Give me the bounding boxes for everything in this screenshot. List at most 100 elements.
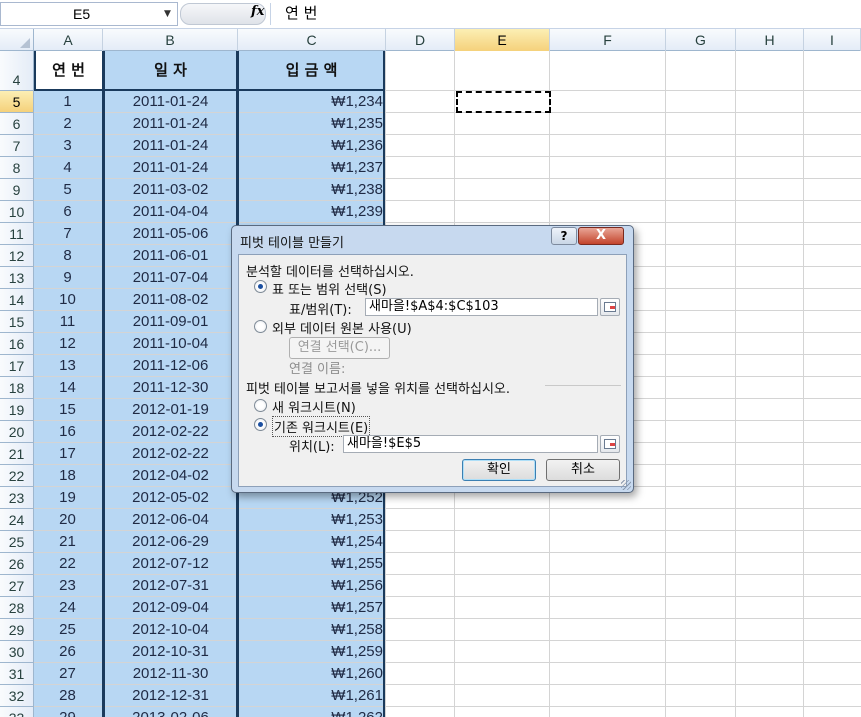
table-header[interactable]: 입 금 액: [238, 51, 385, 91]
row-header-15[interactable]: 15: [0, 311, 34, 333]
row-header-5[interactable]: 5: [0, 91, 34, 113]
table-cell[interactable]: 2011-08-02: [103, 289, 238, 311]
table-cell[interactable]: 2012-10-04: [103, 619, 238, 641]
table-cell[interactable]: ₩1,238: [239, 179, 383, 201]
table-cell[interactable]: 2011-04-04: [103, 201, 238, 223]
cancel-button[interactable]: 취소: [546, 459, 620, 481]
column-header-c[interactable]: C: [238, 29, 386, 51]
row-header-9[interactable]: 9: [0, 179, 34, 201]
table-cell[interactable]: 9: [34, 267, 101, 289]
table-cell[interactable]: ₩1,260: [239, 663, 383, 685]
table-cell[interactable]: 14: [34, 377, 101, 399]
row-header-20[interactable]: 20: [0, 421, 34, 443]
table-cell[interactable]: ₩1,237: [239, 157, 383, 179]
table-cell[interactable]: 4: [34, 157, 101, 179]
table-cell[interactable]: 15: [34, 399, 101, 421]
table-cell[interactable]: 10: [34, 289, 101, 311]
collapse-dialog-icon[interactable]: [600, 298, 620, 316]
table-cell[interactable]: 2011-01-24: [103, 91, 238, 113]
table-cell[interactable]: 2012-12-31: [103, 685, 238, 707]
row-header-23[interactable]: 23: [0, 487, 34, 509]
row-header-13[interactable]: 13: [0, 267, 34, 289]
table-cell[interactable]: 19: [34, 487, 101, 509]
ok-button[interactable]: 확인: [462, 459, 536, 481]
row-header-4[interactable]: 4: [0, 51, 34, 91]
row-header-27[interactable]: 27: [0, 575, 34, 597]
table-cell[interactable]: 2011-12-06: [103, 355, 238, 377]
resize-grip-icon[interactable]: [621, 480, 631, 490]
row-header-11[interactable]: 11: [0, 223, 34, 245]
table-cell[interactable]: 6: [34, 201, 101, 223]
table-cell[interactable]: ₩1,239: [239, 201, 383, 223]
row-header-29[interactable]: 29: [0, 619, 34, 641]
row-header-18[interactable]: 18: [0, 377, 34, 399]
table-cell[interactable]: 8: [34, 245, 101, 267]
table-cell[interactable]: 11: [34, 311, 101, 333]
table-cell[interactable]: 1: [34, 91, 101, 113]
table-cell[interactable]: 2011-09-01: [103, 311, 238, 333]
chevron-down-icon[interactable]: ▼: [164, 9, 171, 19]
radio-table-range-label[interactable]: 표 또는 범위 선택(S): [272, 279, 387, 298]
table-cell[interactable]: 17: [34, 443, 101, 465]
radio-existing-worksheet-label[interactable]: 기존 워크시트(E): [272, 416, 371, 437]
table-cell[interactable]: ₩1,236: [239, 135, 383, 157]
row-header-30[interactable]: 30: [0, 641, 34, 663]
row-header-22[interactable]: 22: [0, 465, 34, 487]
table-cell[interactable]: ₩1,253: [239, 509, 383, 531]
table-cell[interactable]: 2011-06-01: [103, 245, 238, 267]
radio-table-range[interactable]: [254, 280, 267, 293]
table-cell[interactable]: 2011-03-02: [103, 179, 238, 201]
table-cell[interactable]: 24: [34, 597, 101, 619]
table-cell[interactable]: 20: [34, 509, 101, 531]
table-cell[interactable]: 2011-01-24: [103, 113, 238, 135]
table-header[interactable]: 일 자: [103, 51, 238, 91]
table-cell[interactable]: 2: [34, 113, 101, 135]
table-cell[interactable]: ₩1,255: [239, 553, 383, 575]
table-cell[interactable]: 26: [34, 641, 101, 663]
table-cell[interactable]: 2012-01-19: [103, 399, 238, 421]
table-cell[interactable]: 2011-12-30: [103, 377, 238, 399]
table-cell[interactable]: 2013-02-06: [103, 707, 238, 717]
row-header-31[interactable]: 31: [0, 663, 34, 685]
table-cell[interactable]: 2012-06-04: [103, 509, 238, 531]
table-cell[interactable]: ₩1,257: [239, 597, 383, 619]
row-header-28[interactable]: 28: [0, 597, 34, 619]
table-cell[interactable]: ₩1,262: [239, 707, 383, 717]
table-cell[interactable]: 2012-10-31: [103, 641, 238, 663]
table-cell[interactable]: 5: [34, 179, 101, 201]
help-button[interactable]: ?: [551, 227, 577, 245]
table-cell[interactable]: 2011-05-06: [103, 223, 238, 245]
row-header-25[interactable]: 25: [0, 531, 34, 553]
table-cell[interactable]: 12: [34, 333, 101, 355]
column-header-a[interactable]: A: [34, 29, 103, 51]
select-all-button[interactable]: [0, 29, 34, 51]
table-cell[interactable]: 2012-09-04: [103, 597, 238, 619]
table-cell[interactable]: 2012-02-22: [103, 443, 238, 465]
name-box[interactable]: E5 ▼: [0, 2, 178, 26]
row-header-14[interactable]: 14: [0, 289, 34, 311]
table-cell[interactable]: 3: [34, 135, 101, 157]
table-cell[interactable]: 23: [34, 575, 101, 597]
column-header-e[interactable]: E: [455, 29, 550, 51]
row-header-21[interactable]: 21: [0, 443, 34, 465]
row-header-8[interactable]: 8: [0, 157, 34, 179]
table-cell[interactable]: 2012-07-12: [103, 553, 238, 575]
radio-new-worksheet[interactable]: [254, 399, 267, 412]
radio-existing-worksheet[interactable]: [254, 418, 267, 431]
radio-external-source[interactable]: [254, 320, 267, 333]
table-cell[interactable]: ₩1,256: [239, 575, 383, 597]
choose-connection-button[interactable]: 연결 선택(C)...: [289, 337, 390, 359]
formula-input[interactable]: 연 번: [270, 3, 861, 25]
table-cell[interactable]: ₩1,258: [239, 619, 383, 641]
row-header-16[interactable]: 16: [0, 333, 34, 355]
radio-external-source-label[interactable]: 외부 데이터 원본 사용(U): [272, 318, 412, 337]
row-header-17[interactable]: 17: [0, 355, 34, 377]
row-header-10[interactable]: 10: [0, 201, 34, 223]
table-cell[interactable]: 2012-05-02: [103, 487, 238, 509]
table-cell[interactable]: ₩1,261: [239, 685, 383, 707]
table-cell[interactable]: ₩1,259: [239, 641, 383, 663]
table-cell[interactable]: 27: [34, 663, 101, 685]
row-header-33[interactable]: 33: [0, 707, 34, 717]
column-header-d[interactable]: D: [386, 29, 455, 51]
column-header-i[interactable]: I: [804, 29, 861, 51]
